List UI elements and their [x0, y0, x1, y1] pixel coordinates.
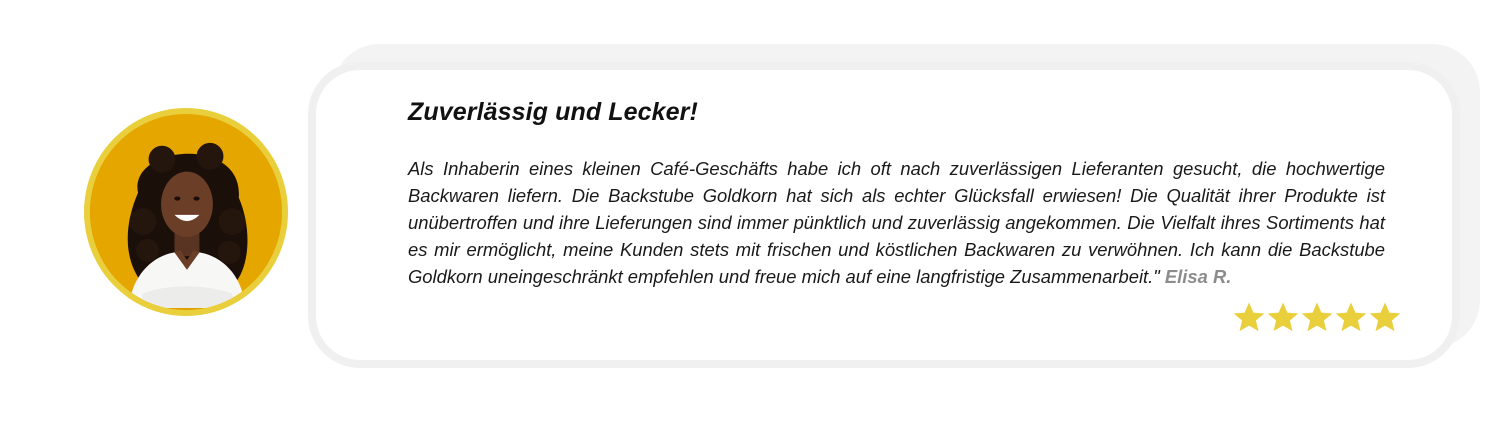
rating-stars	[1232, 300, 1402, 334]
star-icon	[1334, 300, 1368, 334]
customer-portrait-icon	[90, 116, 282, 308]
testimonial-section: Zuverlässig und Lecker! Als Inhaberin ei…	[0, 0, 1512, 421]
testimonial-title: Zuverlässig und Lecker!	[408, 98, 698, 126]
avatar	[90, 114, 282, 310]
star-icon	[1368, 300, 1402, 334]
avatar-ring	[84, 108, 288, 316]
testimonial-quote: Als Inhaberin eines kleinen Café-Geschäf…	[408, 158, 1385, 287]
star-icon	[1232, 300, 1266, 334]
star-icon	[1300, 300, 1334, 334]
star-icon	[1266, 300, 1300, 334]
testimonial-author: Elisa R.	[1164, 266, 1232, 287]
testimonial-quote-block: Als Inhaberin eines kleinen Café-Geschäf…	[408, 155, 1385, 290]
